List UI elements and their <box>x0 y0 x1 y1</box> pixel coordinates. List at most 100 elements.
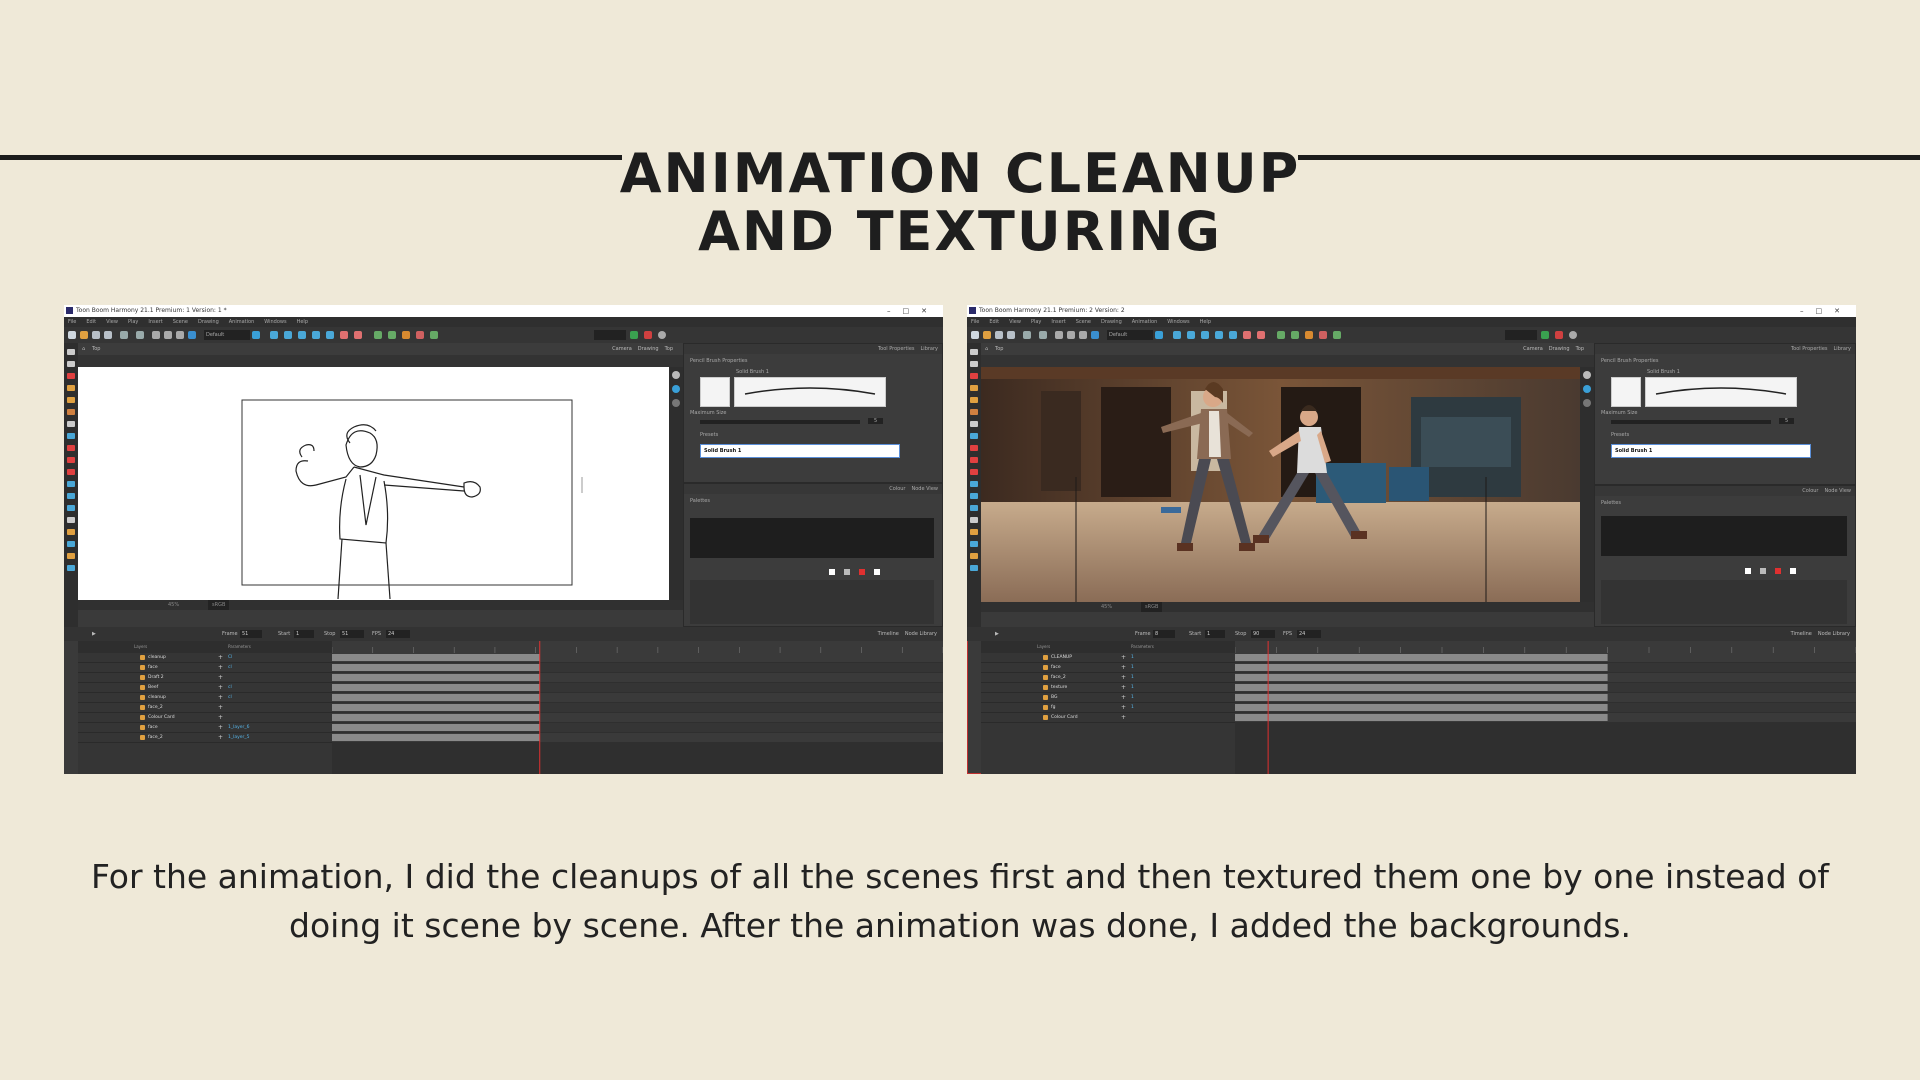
preset-solid-brush[interactable]: Solid Brush 1 <box>1611 444 1811 458</box>
menu-edit[interactable]: Edit <box>86 319 96 325</box>
eyedropper-icon[interactable] <box>644 331 652 339</box>
exposed-cells[interactable] <box>332 654 540 661</box>
text-tool-icon[interactable] <box>67 421 75 427</box>
stroke-tool-icon[interactable] <box>67 469 75 475</box>
layer-name[interactable]: cleanup <box>148 653 166 662</box>
brush-colour-icon[interactable] <box>1541 331 1549 339</box>
layer-row[interactable]: face +1 <box>981 663 1235 673</box>
layer-row[interactable]: cleanup + Cl <box>78 653 332 663</box>
workspace-dropdown[interactable]: Default <box>1107 330 1153 340</box>
menu-animation[interactable]: Animation <box>229 319 255 325</box>
ink-tool-icon[interactable] <box>970 445 978 451</box>
menu-file[interactable]: File <box>68 319 76 325</box>
exposed-cells[interactable] <box>1235 654 1608 661</box>
scale-icon[interactable] <box>298 331 306 339</box>
tab-camera[interactable]: Camera <box>1523 346 1543 352</box>
tab-node-view[interactable]: Node View <box>1824 488 1851 494</box>
layer-row[interactable]: Colour Card + <box>981 713 1235 723</box>
layer-name[interactable]: BG <box>1051 693 1058 702</box>
eyedropper-icon[interactable] <box>1555 331 1563 339</box>
menu-insert[interactable]: Insert <box>1051 319 1065 325</box>
select-tool-icon[interactable] <box>67 349 75 355</box>
add-layer-icon[interactable]: + <box>218 663 223 672</box>
cut-icon[interactable] <box>152 331 160 339</box>
add-layer-icon[interactable]: + <box>218 703 223 712</box>
swatch-white-2[interactable] <box>1790 568 1796 574</box>
add-layer-icon[interactable]: + <box>1121 673 1126 682</box>
maximize-icon[interactable]: □ <box>1816 307 1835 315</box>
exposed-cells[interactable] <box>1235 704 1608 711</box>
workspace-dropdown[interactable]: Default <box>204 330 250 340</box>
transform-icon[interactable] <box>1173 331 1181 339</box>
colour-list[interactable] <box>690 580 934 624</box>
tab-timeline[interactable]: Timeline <box>1791 631 1812 637</box>
swatch-white[interactable] <box>1745 568 1751 574</box>
shape-tool-icon[interactable] <box>67 481 75 487</box>
morph-tool-icon[interactable] <box>67 553 75 559</box>
breadcrumb[interactable]: Top <box>995 343 1003 355</box>
rotate-icon[interactable] <box>284 331 292 339</box>
brush-stroke-preview[interactable] <box>1645 377 1797 407</box>
add-layer-icon[interactable]: + <box>1121 663 1126 672</box>
zoom-dropdown[interactable] <box>1505 330 1537 340</box>
tab-top[interactable]: Top <box>665 346 673 352</box>
colorspace-dropdown[interactable]: sRGB <box>208 600 230 610</box>
zoom-level[interactable]: 45% <box>168 600 179 610</box>
layer-row[interactable]: Draft 2 + <box>78 673 332 683</box>
play-icon[interactable]: ▶ <box>92 627 96 641</box>
add-layer-icon[interactable]: + <box>1121 683 1126 692</box>
stop-field[interactable]: 90 <box>1251 630 1275 638</box>
preset-solid-brush[interactable]: Solid Brush 1 <box>700 444 900 458</box>
gear-icon[interactable] <box>1569 331 1577 339</box>
paste-icon[interactable] <box>1079 331 1087 339</box>
exposed-cells[interactable] <box>332 664 540 671</box>
import-icon[interactable] <box>188 331 196 339</box>
add-layer-icon[interactable]: + <box>1121 713 1126 722</box>
play-icon[interactable]: ▶ <box>995 627 999 641</box>
swatch-white[interactable] <box>829 569 835 575</box>
exposed-cells[interactable] <box>1235 684 1608 691</box>
menu-help[interactable]: Help <box>297 319 308 325</box>
swatch-white-2[interactable] <box>874 569 880 575</box>
redo-icon[interactable] <box>1039 331 1047 339</box>
layer-name[interactable]: face <box>148 663 158 672</box>
tab-camera[interactable]: Camera <box>612 346 632 352</box>
camera-viewport[interactable] <box>981 367 1580 602</box>
layer-row[interactable]: Beef + cl <box>78 683 332 693</box>
palette-list[interactable] <box>690 518 934 558</box>
cutter-tool-icon[interactable] <box>970 433 978 439</box>
brush-tip-preview[interactable] <box>1611 377 1641 407</box>
zoom-dropdown[interactable] <box>594 330 626 340</box>
undo-icon[interactable] <box>120 331 128 339</box>
add-layer-icon[interactable]: + <box>218 673 223 682</box>
close-icon[interactable]: ✕ <box>921 307 939 315</box>
exposed-cells[interactable] <box>1235 694 1608 701</box>
colour-list[interactable] <box>1601 580 1847 624</box>
peg-icon[interactable] <box>1257 331 1265 339</box>
tab-colour[interactable]: Colour <box>889 486 905 492</box>
layer-name[interactable]: texture <box>1051 683 1067 692</box>
camera-viewport[interactable] <box>78 367 669 600</box>
start-field[interactable]: 1 <box>294 630 314 638</box>
exposed-cells[interactable] <box>332 674 540 681</box>
maximize-icon[interactable]: □ <box>903 307 922 315</box>
cutter-tool-icon[interactable] <box>67 433 75 439</box>
brush-tool-icon[interactable] <box>970 373 978 379</box>
start-field[interactable]: 1 <box>1205 630 1225 638</box>
layer-row[interactable]: face_2 +1 <box>981 673 1235 683</box>
paste-icon[interactable] <box>176 331 184 339</box>
stroke-tool-icon[interactable] <box>970 469 978 475</box>
cut-icon[interactable] <box>1055 331 1063 339</box>
spline-icon[interactable] <box>326 331 334 339</box>
tab-node-view[interactable]: Node View <box>911 486 938 492</box>
menu-play[interactable]: Play <box>1031 319 1041 325</box>
exposed-cells[interactable] <box>332 694 540 701</box>
paint-tool-icon[interactable] <box>67 409 75 415</box>
swatch-red[interactable] <box>1775 568 1781 574</box>
menu-scene[interactable]: Scene <box>173 319 188 325</box>
ellipse-tool-icon[interactable] <box>67 493 75 499</box>
menu-insert[interactable]: Insert <box>148 319 162 325</box>
pencil-tool-icon[interactable] <box>970 385 978 391</box>
exposed-cells[interactable] <box>1235 714 1608 721</box>
contour-editor-icon[interactable] <box>970 361 978 367</box>
